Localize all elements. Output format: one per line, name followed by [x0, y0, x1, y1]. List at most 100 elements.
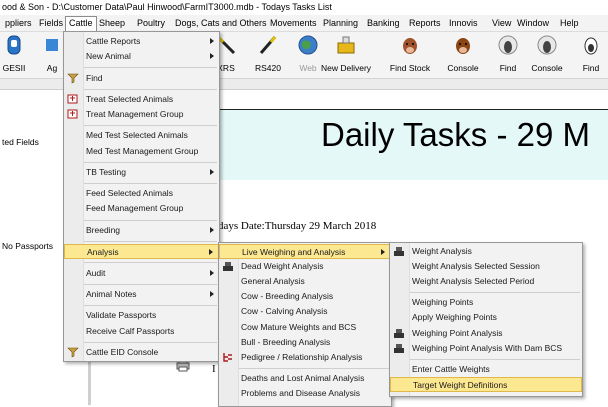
menu-item-weighing-point-analysis-with-dam-bcs[interactable]: Weighing Point Analysis With Dam BCS: [390, 341, 582, 356]
submenu-arrow-icon: [210, 291, 214, 297]
menu-item-cattle-eid-console[interactable]: Cattle EID Console: [64, 345, 219, 360]
menu-banking[interactable]: Banking: [364, 17, 403, 29]
menu-separator: [410, 358, 580, 360]
submenu-arrow-icon: [210, 53, 214, 60]
menu-item-breeding[interactable]: Breeding: [64, 223, 219, 238]
menu-item-live-weighing-and-analysis[interactable]: Live Weighing and Analysis: [219, 244, 391, 259]
menu-item-feed-management-group[interactable]: Feed Management Group: [64, 201, 219, 216]
menu-item-weight-analysis[interactable]: Weight Analysis: [390, 244, 582, 259]
toolbar-new-delivery-button[interactable]: New Delivery: [321, 34, 371, 73]
window-title: ood & Son - D:\Customer Data\Paul Hinwoo…: [2, 2, 332, 12]
menu-item-feed-selected-animals[interactable]: Feed Selected Animals: [64, 186, 219, 201]
menu-item-treat-selected-animals[interactable]: Treat Selected Animals: [64, 92, 219, 107]
toolbar-console-button[interactable]: Console: [531, 34, 563, 73]
menu-item-label: Weight Analysis Selected Session: [412, 261, 540, 272]
menu-movements[interactable]: Movements: [267, 17, 320, 29]
menu-item-cow-calving-analysis[interactable]: Cow - Calving Analysis: [219, 304, 391, 319]
menu-item-target-weight-definitions[interactable]: Target Weight Definitions: [390, 376, 582, 392]
left-panel-item[interactable]: ted Fields: [2, 137, 39, 147]
toolbar-label: GESII: [2, 63, 26, 73]
menu-separator: [84, 183, 217, 184]
menu-item-cattle-reports[interactable]: Cattle Reports: [64, 34, 219, 49]
menu-item-validate-passports[interactable]: Validate Passports: [64, 308, 219, 323]
menu-poultry[interactable]: Poultry: [134, 17, 168, 29]
menu-item-weight-analysis-selected-session[interactable]: Weight Analysis Selected Session: [390, 259, 582, 274]
toolbar-web-button[interactable]: Web: [297, 34, 319, 73]
toolbar-label: Console: [531, 63, 563, 73]
toolbar-find-button[interactable]: Find: [580, 34, 602, 73]
menu-item-problems-and-disease-analysis[interactable]: Problems and Disease Analysis: [219, 386, 391, 401]
menu-item-tb-testing[interactable]: TB Testing: [64, 165, 219, 180]
menu-item-cow-breeding-analysis[interactable]: Cow - Breeding Analysis: [219, 289, 391, 304]
toolbar-gesii-button[interactable]: GESII: [3, 34, 25, 73]
menu-item-label: Weighing Point Analysis: [412, 327, 503, 338]
scale-icon: [393, 245, 405, 257]
menu-item-dead-weight-analysis[interactable]: Dead Weight Analysis: [219, 259, 391, 274]
sheep-console-icon: [536, 34, 558, 56]
menu-item-new-animal[interactable]: New Animal: [64, 49, 219, 64]
rs420-wand-icon: [257, 34, 279, 56]
menu-help[interactable]: Help: [557, 17, 582, 29]
menu-item-weighing-points[interactable]: Weighing Points: [390, 295, 582, 310]
menu-item-enter-cattle-weights[interactable]: Enter Cattle Weights: [390, 362, 582, 377]
menu-item-apply-weighing-points[interactable]: Apply Weighing Points: [390, 310, 582, 325]
sheep-find-icon: [497, 34, 519, 56]
daily-tasks-banner: Daily Tasks - 29 M: [218, 109, 608, 180]
menu-view[interactable]: View: [489, 17, 514, 29]
menu-reports[interactable]: Reports: [406, 17, 444, 29]
analysis-submenu: Live Weighing and Analysis Dead Weight An…: [218, 242, 392, 407]
menu-item-bull-breeding-analysis[interactable]: Bull - Breeding Analysis: [219, 335, 391, 350]
pedigree-icon: [222, 351, 234, 363]
menu-item-label: Live Weighing and Analysis: [242, 247, 346, 257]
scale-icon: [222, 260, 234, 272]
menu-separator: [239, 367, 389, 369]
menu-item-cow-mature-weights-and-bcs[interactable]: Cow Mature Weights and BCS: [219, 320, 391, 335]
cow-find-stock-icon: [399, 34, 421, 56]
menu-item-label: Enter Cattle Weights: [412, 363, 490, 374]
menu-item-label: Breeding: [86, 224, 121, 235]
toolbar-rs420-button[interactable]: RS420: [255, 34, 281, 73]
cow-console-icon: [452, 34, 474, 56]
menu-item-audit[interactable]: Audit: [64, 266, 219, 281]
menu-item-animal-notes[interactable]: Animal Notes: [64, 287, 219, 302]
menu-item-med-test-management-group[interactable]: Med Test Management Group: [64, 144, 219, 159]
menu-separator: [410, 292, 580, 294]
toolbar-console-button[interactable]: Console: [447, 34, 479, 73]
submenu-arrow-icon: [210, 38, 214, 44]
menu-item-treat-management-group[interactable]: Treat Management Group: [64, 107, 219, 122]
menu-planning[interactable]: Planning: [320, 17, 361, 29]
menu-cattle[interactable]: Cattle: [65, 16, 97, 31]
menu-item-analysis[interactable]: Analysis: [64, 244, 219, 260]
menu-fields[interactable]: Fields: [36, 17, 66, 29]
menu-item-pedigree-relationship-analysis[interactable]: Pedigree / Relationship Analysis: [219, 350, 391, 365]
menu-separator: [84, 125, 217, 127]
toolbar-ag-button[interactable]: Ag: [41, 34, 63, 73]
menu-item-weight-analysis-selected-period[interactable]: Weight Analysis Selected Period: [390, 274, 582, 289]
left-panel-item[interactable]: No Passports: [2, 241, 53, 251]
menu-item-med-test-selected-animals[interactable]: Med Test Selected Animals: [64, 128, 219, 143]
toolbar-find-button[interactable]: Find: [497, 34, 519, 73]
toolbar-find-stock-button[interactable]: Find Stock: [390, 34, 430, 73]
menu-item-label: Target Weight Definitions: [413, 379, 508, 390]
menu-ppliers[interactable]: ppliers: [2, 17, 35, 29]
toolbar-label: Find: [582, 63, 600, 73]
delivery-icon: [335, 34, 357, 56]
menu-item-receive-calf-passports[interactable]: Receive Calf Passports: [64, 324, 219, 339]
eid-icon: [67, 346, 79, 358]
menu-separator: [84, 283, 217, 285]
menu-dogs-cats-and-others[interactable]: Dogs, Cats and Others: [172, 17, 270, 29]
menu-item-deaths-and-lost-animal-analysis[interactable]: Deaths and Lost Animal Analysis: [219, 371, 391, 386]
menu-innovis[interactable]: Innovis: [446, 17, 481, 29]
menu-item-weighing-point-analysis[interactable]: Weighing Point Analysis: [390, 326, 582, 341]
menu-item-label: Cattle EID Console: [86, 346, 159, 357]
menu-item-label: Problems and Disease Analysis: [241, 387, 361, 398]
menu-item-label: Analysis: [87, 247, 119, 258]
menu-item-label: Cow Mature Weights and BCS: [241, 321, 357, 332]
menu-window[interactable]: Window: [514, 17, 552, 29]
menu-sheep[interactable]: Sheep: [96, 17, 128, 29]
menu-item-label: Feed Management Group: [86, 203, 184, 214]
menu-item-find[interactable]: Find: [64, 71, 219, 86]
menu-separator: [84, 341, 217, 343]
menu-item-general-analysis[interactable]: General Analysis: [219, 274, 391, 289]
submenu-arrow-icon: [210, 226, 214, 233]
